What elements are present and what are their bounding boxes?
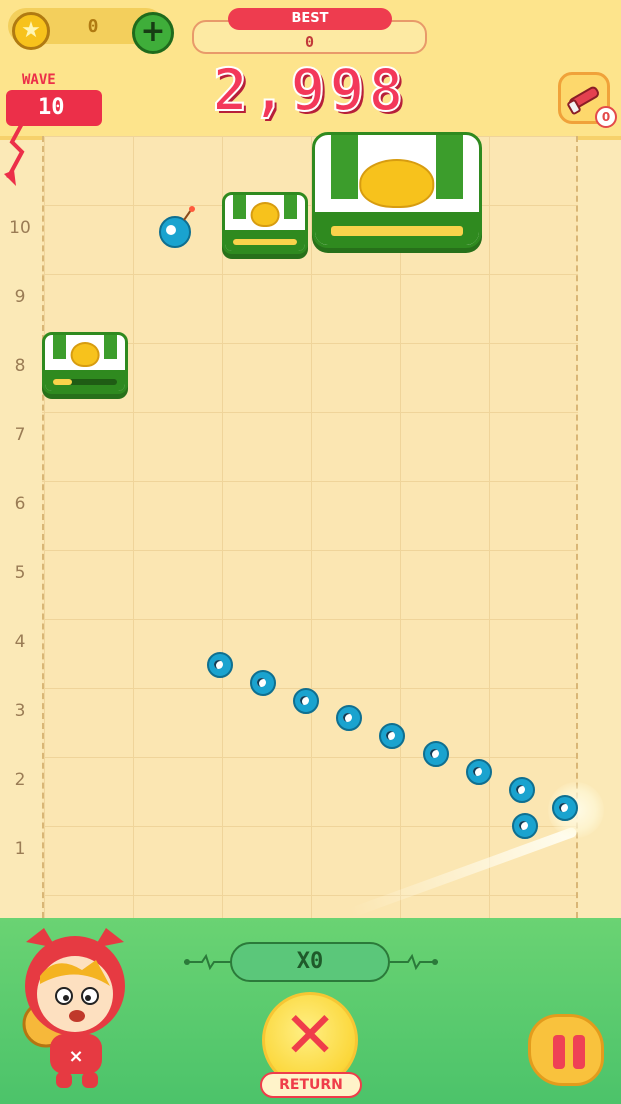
row-number: 1 <box>14 839 26 859</box>
row-number: 7 <box>14 425 26 445</box>
row-number: 4 <box>14 632 26 652</box>
sleepy-face-icon <box>359 159 435 208</box>
character-mascot: × <box>22 928 125 1088</box>
row-number: 6 <box>14 494 26 514</box>
wire-right-icon <box>390 953 438 971</box>
row-number: 3 <box>14 701 26 721</box>
row-number: 8 <box>14 356 26 376</box>
pause-icon-bar <box>573 1035 585 1069</box>
add-coins-button[interactable]: + <box>132 12 174 54</box>
block-face-icon <box>250 201 280 228</box>
wire-left-icon <box>184 953 232 971</box>
trajectory-ball <box>293 688 319 714</box>
trajectory-ball <box>466 759 492 785</box>
block-hp-bar <box>331 226 463 237</box>
ball-multiplier: X0 <box>230 942 390 982</box>
trajectory-ball <box>512 813 538 839</box>
pause-icon <box>553 1035 565 1069</box>
row-number: 5 <box>14 563 26 583</box>
trajectory-ball <box>423 741 449 767</box>
row-number: 2 <box>14 770 26 790</box>
star-coin-icon: ★ <box>12 12 50 50</box>
close-x-icon[interactable]: ✕ <box>282 1004 338 1068</box>
game-board[interactable] <box>42 136 578 918</box>
row-number: 10 <box>9 218 31 238</box>
best-score-label: BEST <box>228 8 392 30</box>
trajectory-ball <box>250 670 276 696</box>
coin-counter: ★ 0 + <box>8 8 174 54</box>
big-boss-block <box>312 132 482 248</box>
small-block-wave10 <box>222 192 308 254</box>
pause-button[interactable] <box>528 1014 604 1086</box>
block-hp-bar <box>233 238 297 246</box>
lightning-bolt-icon <box>4 119 26 186</box>
trajectory-ball <box>207 652 233 678</box>
return-label[interactable]: RETURN <box>260 1072 362 1098</box>
row-number: 9 <box>14 287 26 307</box>
item-count-badge: 0 <box>595 106 617 128</box>
wave-label: WAVE <box>22 72 56 88</box>
small-block-row8 <box>42 332 128 394</box>
bomb-powerup <box>158 204 198 252</box>
current-score: 2,998 <box>212 55 408 125</box>
block-hp-bar <box>53 378 117 386</box>
coin-count: 0 <box>87 16 99 37</box>
trajectory-ball <box>379 723 405 749</box>
block-face-icon <box>70 341 100 368</box>
top-hud: ★ 0 + 0 BEST 2,998 WAVE 10 0 <box>0 0 621 186</box>
launcher-ball <box>552 795 578 821</box>
trajectory-ball <box>336 705 362 731</box>
trajectory-ball <box>509 777 535 803</box>
svg-text:×: × <box>68 1046 83 1067</box>
